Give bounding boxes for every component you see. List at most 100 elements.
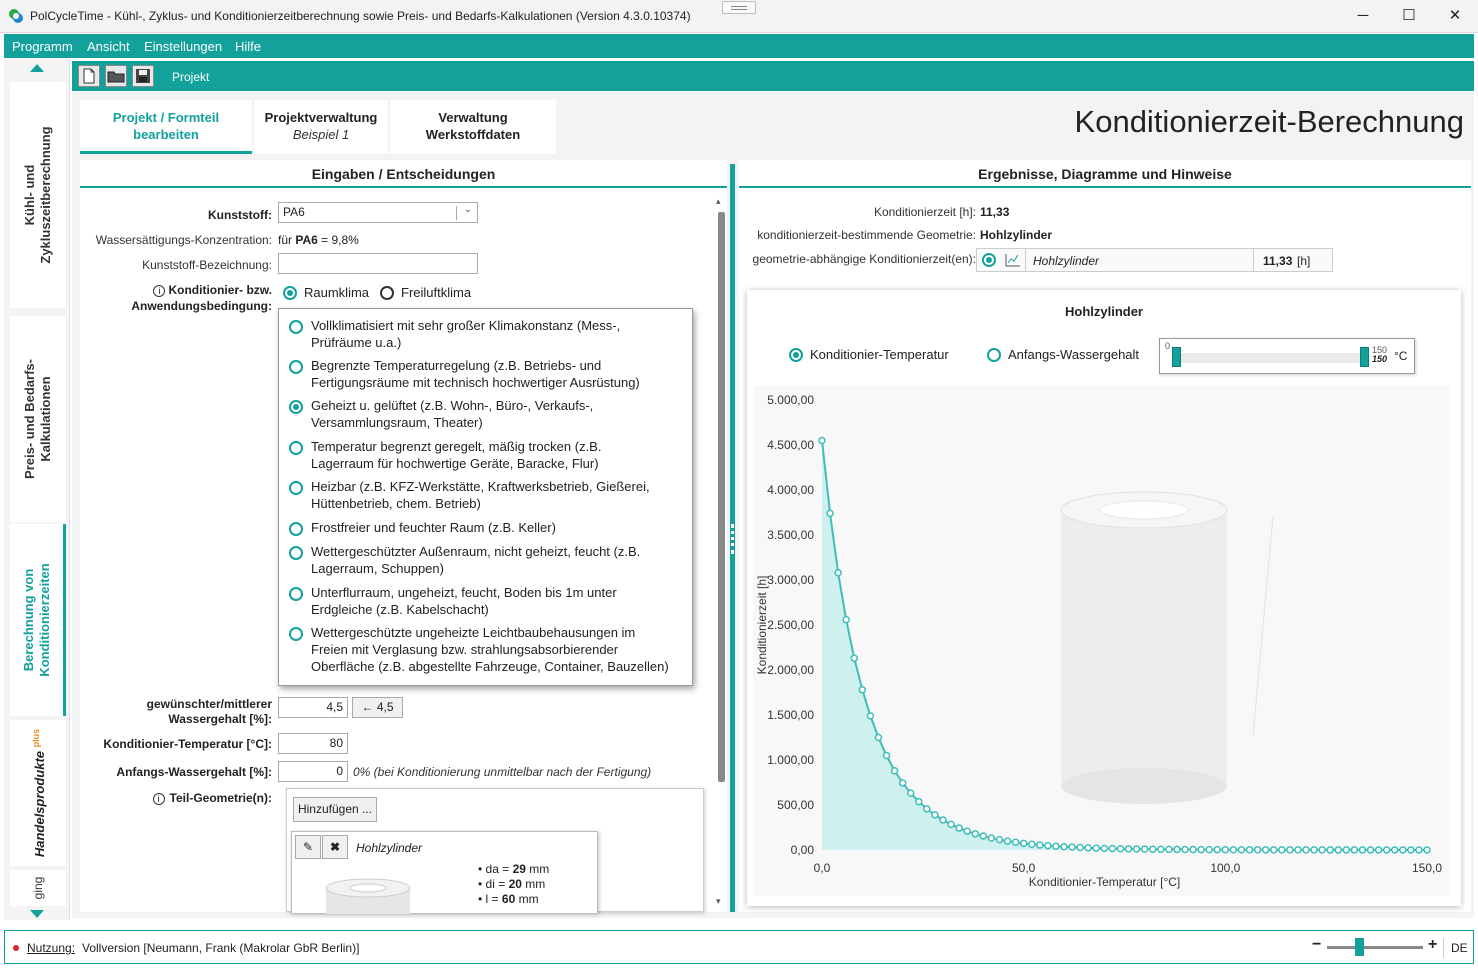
option-radio-selected[interactable] xyxy=(289,400,303,414)
minimize-button[interactable]: ─ xyxy=(1340,0,1386,32)
data-point xyxy=(979,832,988,840)
tab-label: Werkstoffdaten xyxy=(425,127,521,142)
y-tick-label: 1.500,00 xyxy=(767,708,814,722)
language-selector[interactable]: DE xyxy=(1451,941,1468,955)
nav-tab-partial[interactable]: ging xyxy=(10,870,66,906)
scroll-up-arrow-icon[interactable] xyxy=(30,64,44,72)
option-item[interactable]: Temperatur begrenzt geregelt, mäßig troc… xyxy=(311,438,689,472)
open-folder-icon[interactable] xyxy=(105,65,127,87)
zoom-out-button[interactable]: − xyxy=(1312,936,1321,954)
close-button[interactable]: ✕ xyxy=(1432,0,1478,32)
y-tick-label: 4.000,00 xyxy=(767,483,814,497)
option-item[interactable]: Heizbar (z.B. KFZ-Werkstätte, Kraftwerks… xyxy=(311,478,689,512)
drag-handle-icon[interactable] xyxy=(722,1,756,14)
bezeichnung-input[interactable] xyxy=(278,253,478,274)
option-text: Temperatur begrenzt geregelt, mäßig troc… xyxy=(311,439,602,454)
data-point xyxy=(1060,843,1068,851)
chart-card: Hohlzylinder Konditionier-Temperatur Anf… xyxy=(747,290,1461,906)
geo-times-label: geometrie-abhängige Konditionierzeit(en)… xyxy=(752,252,976,266)
y-tick-label: 0,00 xyxy=(791,843,815,857)
data-point xyxy=(866,712,875,720)
option-item[interactable]: Begrenzte Temperaturregelung (z.B. Betri… xyxy=(311,357,689,391)
option-radio[interactable] xyxy=(289,320,303,334)
option-item[interactable]: Wettergeschützter Außenraum, nicht gehei… xyxy=(311,543,689,577)
option-radio[interactable] xyxy=(289,360,303,374)
option-item[interactable]: Vollklimatisiert mit sehr großer Klimako… xyxy=(311,317,689,351)
scroll-up-icon[interactable]: ▴ xyxy=(716,196,721,207)
wassergehalt-apply-button[interactable]: ← 4,5 xyxy=(352,697,403,718)
option-item[interactable]: Wettergeschützte ungeheizte Leichtbaubeh… xyxy=(311,624,689,675)
menu-ansicht[interactable]: Ansicht xyxy=(87,39,130,54)
chart-icon[interactable] xyxy=(1005,253,1021,267)
geo-time-radio[interactable] xyxy=(982,253,996,267)
data-point xyxy=(1189,845,1197,854)
nav-tab-label: Preis- und Bedarfs- xyxy=(22,359,37,479)
anfang-input[interactable]: 0 xyxy=(278,761,348,782)
tab-werkstoffdaten[interactable]: Verwaltung Werkstoffdaten xyxy=(390,100,556,154)
nav-tab-konditionierzeit[interactable]: Berechnung von Konditionierzeiten xyxy=(10,524,66,716)
usage-label[interactable]: Nutzung: xyxy=(27,941,75,955)
add-geometry-button[interactable]: Hinzufügen ... xyxy=(293,797,377,822)
tab-projekt-formteil[interactable]: Projekt / Formteil bearbeiten xyxy=(80,100,252,154)
inputs-header: Eingaben / Entscheidungen xyxy=(80,160,727,188)
nav-tab-kuehlzeit[interactable]: Kühl- und Zykluszeitberechnung xyxy=(10,82,66,308)
kunststoff-select[interactable]: PA6 ⌄ xyxy=(278,202,478,223)
option-radio[interactable] xyxy=(289,481,303,495)
wassergehalt-label-line1: gewünschter/mittlerer xyxy=(146,697,272,711)
raumklima-label: Raumklima xyxy=(304,285,370,300)
menu-hilfe[interactable]: Hilfe xyxy=(235,39,261,54)
info-icon[interactable]: i xyxy=(152,793,165,805)
data-point xyxy=(1092,844,1101,852)
slider-max-handle[interactable] xyxy=(1360,347,1369,367)
window-title: PolCycleTime - Kühl-, Zyklus- und Kondit… xyxy=(30,9,691,23)
geometry-card[interactable]: ✎ ✖ Hohlzylinder • da = 29 mm • di = 20 … xyxy=(291,831,598,914)
zoom-in-button[interactable]: + xyxy=(1428,936,1437,954)
freiluftklima-radio[interactable] xyxy=(380,286,394,300)
slider-min-handle[interactable] xyxy=(1172,347,1181,367)
y-tick-label: 3.000,00 xyxy=(767,573,814,587)
temperatur-input[interactable]: 80 xyxy=(278,733,348,754)
zoom-slider-track[interactable] xyxy=(1327,946,1423,949)
raumklima-radio[interactable] xyxy=(283,286,297,300)
new-file-icon[interactable] xyxy=(78,65,100,87)
option-item[interactable]: Geheizt u. gelüftet (z.B. Wohn-, Büro-, … xyxy=(311,397,689,431)
wassergehalt-mode-radio[interactable] xyxy=(987,348,1001,362)
maximize-button[interactable]: ☐ xyxy=(1386,0,1432,32)
option-radio[interactable] xyxy=(289,441,303,455)
nav-tab-handelsprodukte[interactable]: Handelsprodukte plus xyxy=(10,720,66,866)
inputs-scrollbar[interactable]: ▴ ▾ xyxy=(716,196,726,912)
data-point xyxy=(1052,842,1060,850)
option-radio[interactable] xyxy=(289,522,303,536)
delete-x-icon[interactable]: ✖ xyxy=(322,835,348,859)
option-radio[interactable] xyxy=(289,587,303,601)
scroll-down-arrow-icon[interactable] xyxy=(30,910,44,918)
scroll-thumb[interactable] xyxy=(718,212,725,782)
data-point xyxy=(906,789,915,797)
option-radio[interactable] xyxy=(289,627,303,641)
zoom-slider-handle[interactable] xyxy=(1355,938,1364,956)
nav-tab-kalkulation[interactable]: Preis- und Bedarfs- Kalkulationen xyxy=(10,316,66,522)
splitter-grip-icon[interactable] xyxy=(731,524,734,554)
option-text: Vollklimatisiert mit sehr großer Klimako… xyxy=(311,318,621,333)
option-radio[interactable] xyxy=(289,546,303,560)
menu-programm[interactable]: Programm xyxy=(12,39,73,54)
temperature-range-slider[interactable]: 0 150 150 °C xyxy=(1159,338,1415,374)
option-text: Unterflurraum, ungeheizt, feucht, Boden … xyxy=(311,585,617,600)
data-point xyxy=(1197,845,1205,854)
save-icon[interactable] xyxy=(132,65,154,87)
wassergehalt-input[interactable]: 4,5 xyxy=(278,697,348,718)
toolbar-label: Projekt xyxy=(172,70,210,84)
geo-time-row[interactable]: Hohlzylinder 11,33 [h] xyxy=(976,248,1333,272)
edit-pencil-icon[interactable]: ✎ xyxy=(295,835,321,859)
data-point xyxy=(1157,845,1165,854)
data-point xyxy=(1302,846,1310,854)
option-item[interactable]: Frostfreier und feuchter Raum (z.B. Kell… xyxy=(311,519,689,536)
scroll-down-icon[interactable]: ▾ xyxy=(716,896,721,907)
data-point xyxy=(1390,846,1399,854)
tab-projektverwaltung[interactable]: Projektverwaltung Beispiel 1 xyxy=(254,100,388,154)
menu-einstellungen[interactable]: Einstellungen xyxy=(144,39,222,54)
info-icon[interactable]: i xyxy=(153,285,166,297)
wassergehalt-label: gewünschter/mittlerer Wassergehalt [%]: xyxy=(147,697,272,727)
temperature-mode-radio[interactable] xyxy=(789,348,803,362)
option-item[interactable]: Unterflurraum, ungeheizt, feucht, Boden … xyxy=(311,584,689,618)
